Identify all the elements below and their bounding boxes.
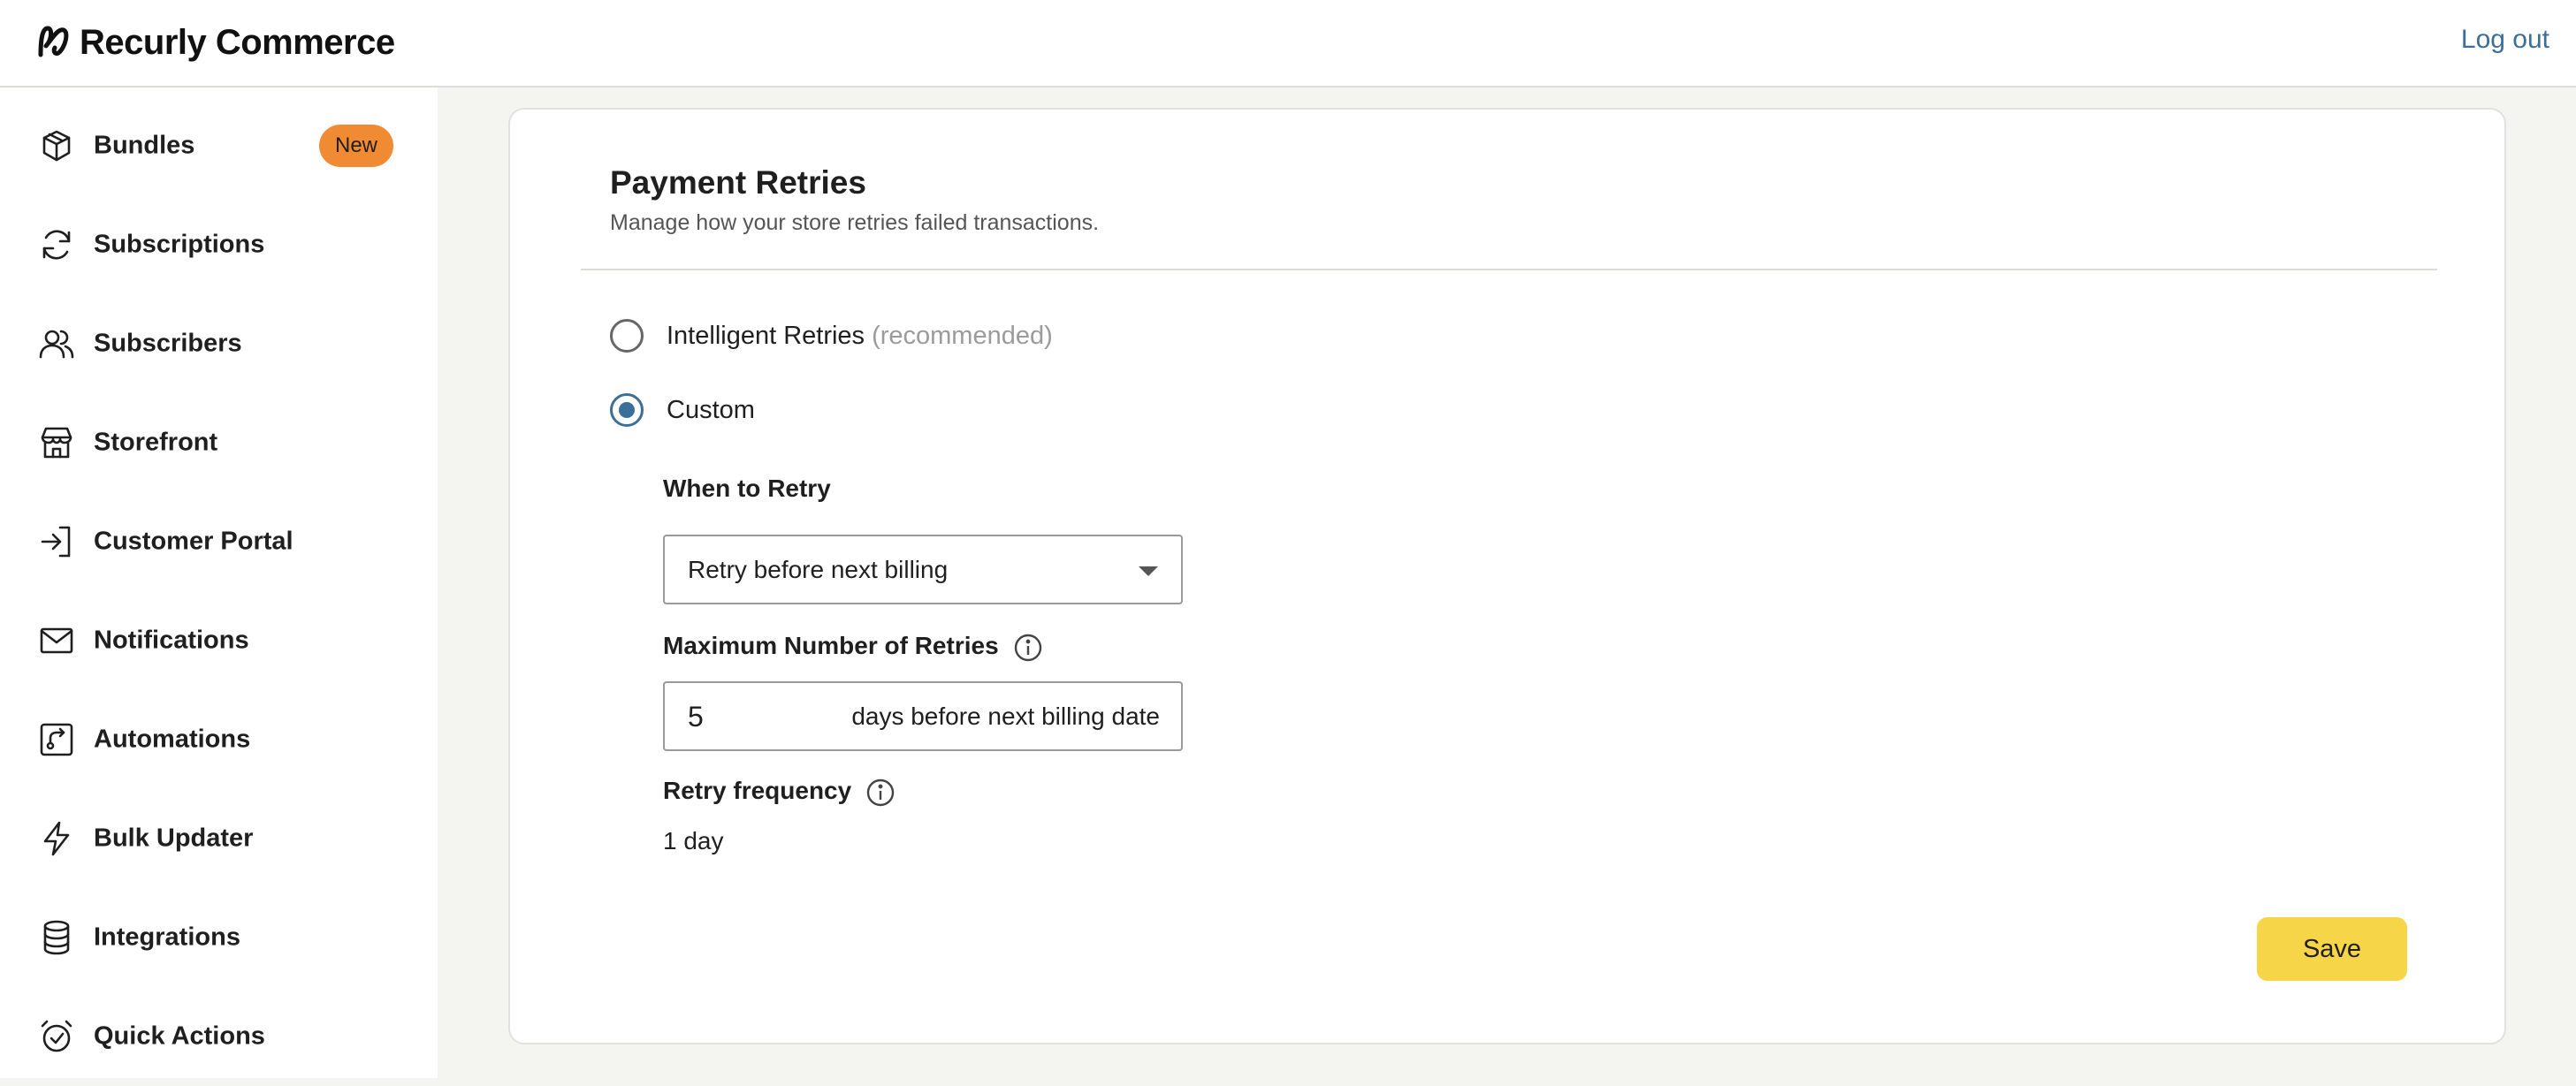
sidebar-item-subscriptions[interactable]: Subscriptions [0, 195, 438, 294]
max-retries-suffix: days before next billing date [851, 702, 1160, 730]
brand[interactable]: Recurly Commerce [35, 21, 395, 65]
bolt-icon [37, 819, 76, 858]
refresh-icon [37, 225, 76, 264]
database-icon [37, 918, 76, 957]
new-badge: New [318, 125, 393, 167]
info-icon[interactable] [865, 778, 896, 808]
sidebar-item-subscribers[interactable]: Subscribers [0, 294, 438, 393]
login-icon [37, 522, 76, 561]
sidebar-item-label: Quick Actions [94, 1021, 265, 1051]
box-icon [37, 126, 76, 165]
sidebar-item-label: Subscriptions [94, 230, 265, 259]
brand-name: Recurly Commerce [80, 23, 395, 62]
sidebar-item-customer-portal[interactable]: Customer Portal [0, 492, 438, 591]
custom-radio[interactable] [610, 393, 644, 427]
sidebar-item-label: Notifications [94, 626, 249, 655]
intelligent-retries-radio[interactable] [610, 319, 644, 353]
store-icon [37, 423, 76, 462]
sidebar-item-automations[interactable]: Automations [0, 690, 438, 789]
retry-frequency-value: 1 day [663, 827, 724, 854]
sidebar-item-bulk-updater[interactable]: Bulk Updater [0, 789, 438, 888]
sidebar-item-label: Bundles [94, 131, 195, 160]
top-bar: Recurly Commerce Log out [0, 0, 2576, 87]
sidebar-item-notifications[interactable]: Notifications [0, 591, 438, 690]
mail-icon [37, 621, 76, 660]
radio-label: Custom [667, 395, 755, 424]
save-button[interactable]: Save [2257, 917, 2407, 981]
sidebar-item-bundles[interactable]: Bundles New [0, 96, 438, 195]
sidebar-item-label: Subscribers [94, 329, 242, 358]
max-retries-input[interactable] [667, 685, 822, 749]
max-retries-field: days before next billing date [663, 681, 1183, 751]
alarm-clock-icon [37, 1017, 76, 1056]
divider [581, 269, 2437, 270]
sidebar-item-quick-actions[interactable]: Quick Actions [0, 987, 438, 1086]
retry-frequency-label-row: Retry frequency [663, 777, 896, 808]
sidebar-item-label: Integrations [94, 923, 240, 952]
sidebar-item-label: Automations [94, 725, 251, 754]
sidebar-item-integrations[interactable]: Integrations [0, 888, 438, 987]
page-title: Payment Retries [610, 164, 866, 201]
payment-retries-card: Payment Retries Manage how your store re… [508, 108, 2506, 1044]
logout-link[interactable]: Log out [2461, 25, 2549, 55]
info-icon[interactable] [1013, 633, 1043, 663]
recurly-logo-icon [35, 21, 71, 65]
when-to-retry-select[interactable]: Retry before next billing [663, 535, 1183, 604]
intelligent-retries-option[interactable]: Intelligent Retries (recommended) [610, 319, 1053, 353]
recommended-hint: (recommended) [872, 321, 1053, 350]
automation-icon [37, 720, 76, 759]
sidebar-item-storefront[interactable]: Storefront [0, 393, 438, 492]
max-retries-label: Maximum Number of Retries [663, 632, 999, 659]
sidebar-item-label: Storefront [94, 428, 218, 457]
sidebar-item-label: Customer Portal [94, 527, 293, 556]
when-to-retry-label: When to Retry [663, 475, 831, 502]
sidebar-item-label: Bulk Updater [94, 824, 254, 853]
custom-option[interactable]: Custom [610, 393, 755, 427]
sidebar: Bundles New Subscriptions Subscribers St… [0, 87, 438, 1078]
page-subtitle: Manage how your store retries failed tra… [610, 210, 1100, 235]
max-retries-label-row: Maximum Number of Retries [663, 632, 1043, 663]
select-value: Retry before next billing [688, 556, 949, 583]
users-icon [37, 324, 76, 363]
radio-label: Intelligent Retries [667, 321, 865, 350]
retry-frequency-label: Retry frequency [663, 777, 852, 804]
chevron-down-icon [1139, 566, 1158, 576]
